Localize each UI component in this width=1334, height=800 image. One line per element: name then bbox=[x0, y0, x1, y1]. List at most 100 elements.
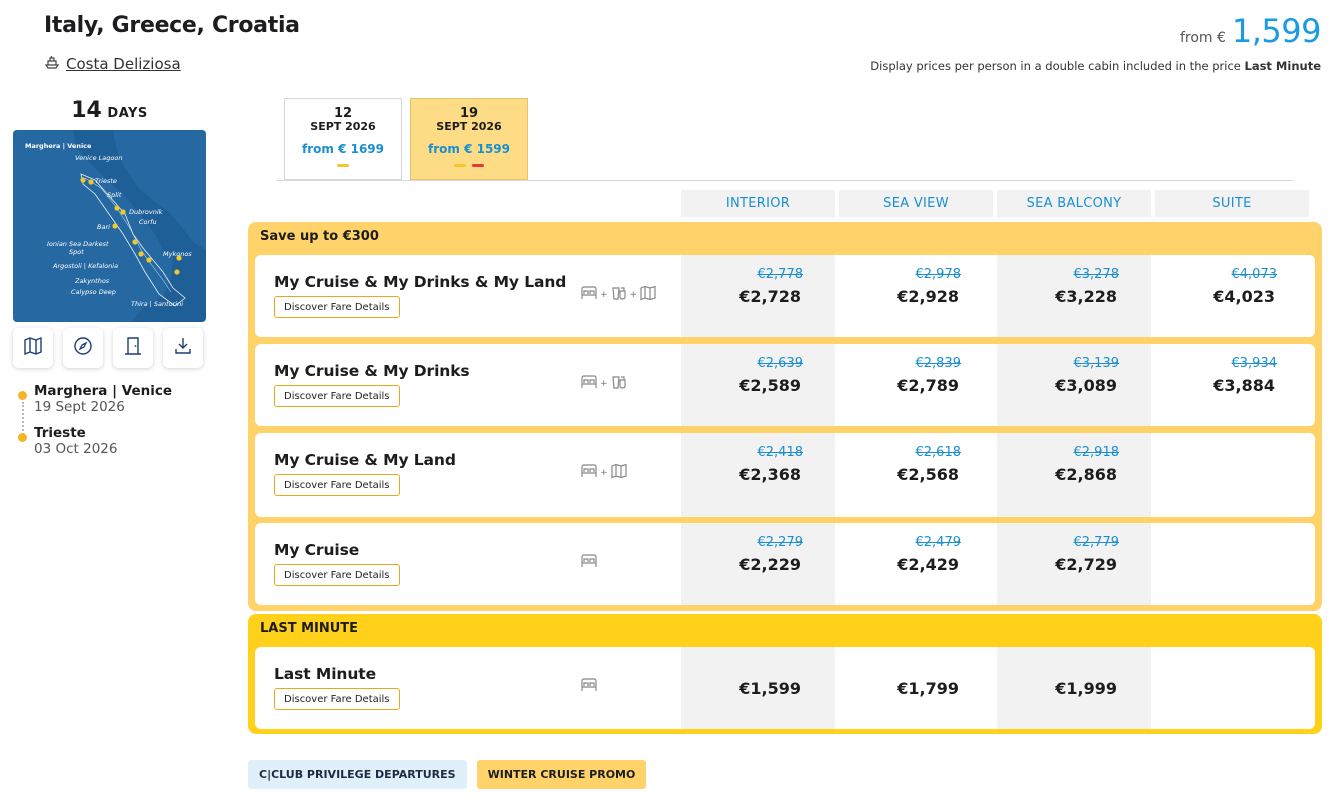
old-price: €4,073 bbox=[1232, 267, 1278, 282]
current-price: €3,089 bbox=[1055, 376, 1117, 395]
map-label: Trieste bbox=[95, 177, 117, 185]
fare-includes: + + bbox=[580, 285, 657, 304]
old-price: €3,278 bbox=[1074, 267, 1120, 282]
date-tab-12-sept[interactable]: 12 SEPT 2026 from € 1699 bbox=[284, 98, 402, 180]
discover-fare-button[interactable]: Discover Fare Details bbox=[274, 688, 400, 710]
map-label: Venice Lagoon bbox=[75, 154, 122, 162]
stop-marker bbox=[18, 391, 27, 400]
price-cell-sea-view[interactable]: €1,799 bbox=[839, 647, 993, 729]
stop-departure: Marghera | Venice 19 Sept 2026 bbox=[18, 383, 172, 415]
bed-icon bbox=[580, 374, 598, 393]
display-note-text: Display prices per person in a double ca… bbox=[870, 59, 1241, 73]
old-price: €3,934 bbox=[1232, 356, 1278, 371]
current-price: €2,729 bbox=[1055, 555, 1117, 574]
price-cell-sea-balcony[interactable]: €2,918 €2,868 bbox=[997, 433, 1151, 517]
fare-includes bbox=[580, 553, 598, 572]
bed-icon bbox=[580, 553, 598, 572]
discover-fare-button[interactable]: Discover Fare Details bbox=[274, 296, 400, 318]
date-tab-price: from € 1699 bbox=[285, 142, 401, 156]
fare-name: My Cruise & My Land bbox=[274, 451, 456, 469]
ship-link[interactable]: Costa Deliziosa bbox=[44, 54, 181, 74]
date-tab-month: SEPT 2026 bbox=[285, 120, 401, 133]
map-label: Argostoli | Kefalonia bbox=[53, 262, 118, 270]
fare-group-header: LAST MINUTE bbox=[260, 621, 358, 636]
price-cell-suite[interactable]: €4,073 €4,023 bbox=[1155, 255, 1309, 337]
fare-group-save: Save up to €300 €2,778 €2,728 €2,978 €2,… bbox=[248, 222, 1322, 611]
map-view-button[interactable] bbox=[13, 328, 53, 368]
itinerary-stops: Marghera | Venice 19 Sept 2026 Trieste 0… bbox=[18, 383, 172, 467]
cabin-button[interactable] bbox=[113, 328, 153, 368]
discover-fare-button[interactable]: Discover Fare Details bbox=[274, 385, 400, 407]
duration-label: DAYS bbox=[107, 106, 147, 121]
price-cell-interior[interactable]: €2,418 €2,368 bbox=[681, 433, 835, 517]
map-label: Calypso Deep bbox=[71, 288, 116, 296]
current-price: €2,728 bbox=[739, 287, 801, 306]
price-cell-sea-view[interactable]: €2,618 €2,568 bbox=[839, 433, 993, 517]
fare-name: My Cruise & My Drinks bbox=[274, 362, 470, 380]
date-tab-marks bbox=[411, 164, 527, 167]
drinks-icon bbox=[610, 285, 628, 304]
map-label: Dubrovnik bbox=[129, 208, 162, 216]
price-cell-sea-view[interactable]: €2,479 €2,429 bbox=[839, 523, 993, 605]
price-cell-interior[interactable]: €1,599 bbox=[681, 647, 835, 729]
display-note: Display prices per person in a double ca… bbox=[870, 59, 1321, 73]
old-price: €2,778 bbox=[758, 267, 804, 282]
fare-includes: + bbox=[580, 463, 628, 482]
ship-name[interactable]: Costa Deliziosa bbox=[66, 55, 181, 73]
fare-row: €2,639 €2,589 €2,839 €2,789 €3,139 €3,08… bbox=[255, 344, 1315, 426]
price-cell-interior[interactable]: €2,778 €2,728 bbox=[681, 255, 835, 337]
map-label: Marghera | Venice bbox=[25, 142, 91, 150]
price-cell-sea-balcony[interactable]: €1,999 bbox=[997, 647, 1151, 729]
fare-row: €2,778 €2,728 €2,978 €2,928 €3,278 €3,22… bbox=[255, 255, 1315, 337]
fare-name: Last Minute bbox=[274, 665, 376, 683]
current-price: €1,999 bbox=[1055, 647, 1117, 729]
fare-group-last-minute: LAST MINUTE €1,599 €1,799 €1,999 Last Mi… bbox=[248, 614, 1322, 734]
price-cell-sea-balcony[interactable]: €2,779 €2,729 bbox=[997, 523, 1151, 605]
price-cell-suite bbox=[1155, 647, 1309, 729]
duration-days: 14 bbox=[71, 98, 102, 123]
price-cell-sea-view[interactable]: €2,839 €2,789 bbox=[839, 344, 993, 426]
itinerary-map[interactable]: Marghera | Venice Venice Lagoon Trieste … bbox=[13, 130, 206, 322]
ship-icon bbox=[44, 54, 60, 74]
old-price: €2,978 bbox=[916, 267, 962, 282]
download-button[interactable] bbox=[163, 328, 203, 368]
explore-button[interactable] bbox=[63, 328, 103, 368]
club-privilege-badge[interactable]: C|CLUB PRIVILEGE DEPARTURES bbox=[248, 760, 467, 789]
fare-row: €1,599 €1,799 €1,999 Last Minute Discove… bbox=[255, 647, 1315, 729]
discover-fare-button[interactable]: Discover Fare Details bbox=[274, 564, 400, 586]
current-price: €2,868 bbox=[1055, 465, 1117, 484]
price-cell-suite[interactable]: €3,934 €3,884 bbox=[1155, 344, 1309, 426]
current-price: €3,884 bbox=[1213, 376, 1275, 395]
old-price: €2,918 bbox=[1074, 445, 1120, 460]
map-icon bbox=[22, 335, 44, 361]
fare-name: My Cruise & My Drinks & My Land bbox=[274, 273, 566, 291]
price-cell-sea-view[interactable]: €2,978 €2,928 bbox=[839, 255, 993, 337]
fare-row: €2,279 €2,229 €2,479 €2,429 €2,779 €2,72… bbox=[255, 523, 1315, 605]
date-tab-19-sept[interactable]: 19 SEPT 2026 from € 1599 bbox=[410, 98, 528, 180]
current-price: €2,568 bbox=[897, 465, 959, 484]
price-cell-interior[interactable]: €2,639 €2,589 bbox=[681, 344, 835, 426]
column-sea-view: SEA VIEW bbox=[839, 190, 993, 217]
map-label: Mykonos bbox=[163, 250, 192, 258]
fare-row: €2,418 €2,368 €2,618 €2,568 €2,918 €2,86… bbox=[255, 433, 1315, 517]
stop-marker bbox=[18, 433, 27, 442]
map-icon bbox=[639, 285, 657, 304]
discover-fare-button[interactable]: Discover Fare Details bbox=[274, 474, 400, 496]
winter-promo-badge[interactable]: WINTER CRUISE PROMO bbox=[477, 760, 647, 789]
display-note-bold: Last Minute bbox=[1245, 59, 1322, 73]
map-label: Zakynthos bbox=[75, 277, 109, 285]
price-cell-sea-balcony[interactable]: €3,278 €3,228 bbox=[997, 255, 1151, 337]
price-from-amount: 1,599 bbox=[1232, 12, 1321, 50]
stop-name: Trieste bbox=[34, 425, 172, 441]
old-price: €2,639 bbox=[758, 356, 804, 371]
promo-mark bbox=[337, 164, 349, 167]
compass-icon bbox=[72, 335, 94, 361]
date-tab-price: from € 1599 bbox=[411, 142, 527, 156]
fare-group-header: Save up to €300 bbox=[260, 229, 379, 244]
promo-badges: C|CLUB PRIVILEGE DEPARTURES WINTER CRUIS… bbox=[248, 760, 646, 789]
price-cell-suite bbox=[1155, 433, 1309, 517]
price-cell-suite bbox=[1155, 523, 1309, 605]
price-cell-sea-balcony[interactable]: €3,139 €3,089 bbox=[997, 344, 1151, 426]
price-cell-interior[interactable]: €2,279 €2,229 bbox=[681, 523, 835, 605]
old-price: €3,139 bbox=[1074, 356, 1120, 371]
